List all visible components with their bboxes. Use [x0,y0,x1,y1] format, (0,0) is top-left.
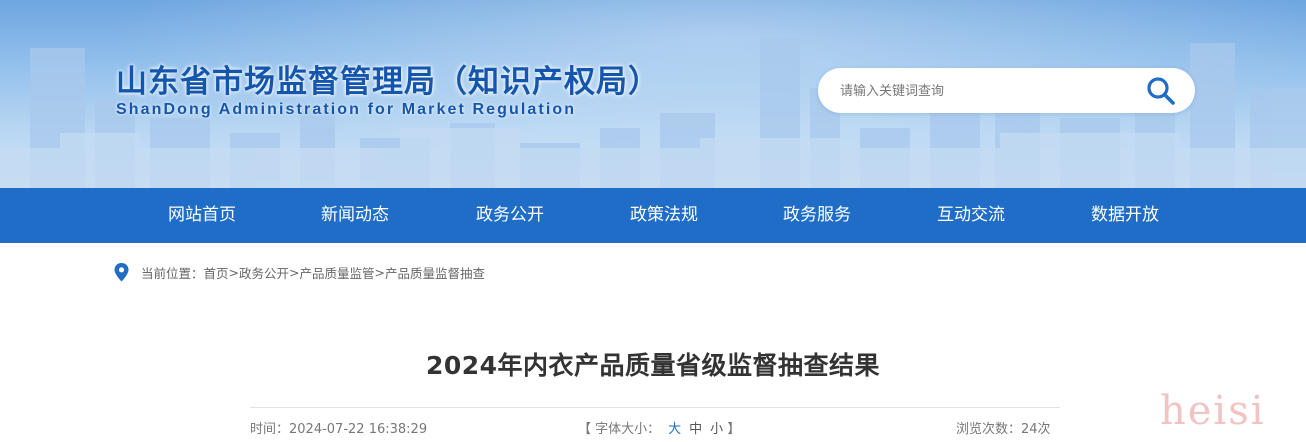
breadcrumb-home-link[interactable]: 首页 [204,263,229,282]
article-title: 2024年内衣产品质量省级监督抽查结果 [425,351,881,380]
breadcrumb-separator: > [374,264,386,280]
breadcrumb-prefix: 当前位置： [141,265,204,281]
nav-item-government-affairs[interactable]: 政务公开 [435,188,585,243]
font-size-label: 【 字体大小： [578,422,661,437]
header-banner: 山东省市场监督管理局（知识产权局） ShanDong Administratio… [0,0,1306,188]
publish-time: 时间：2024-07-22 16:38:29 [250,418,427,437]
breadcrumb-spot-check-link[interactable]: 产品质量监督抽查 [385,263,485,282]
font-size-selector: 【 字体大小： 大中小 】 [578,418,740,437]
nav-item-interaction[interactable]: 互动交流 [896,188,1046,243]
search-input[interactable] [838,78,1132,104]
breadcrumb-separator: > [289,264,300,280]
title-divider [250,407,1060,408]
location-pin-icon [114,262,129,281]
publish-time-value: 2024-07-22 16:38:29 [289,422,428,437]
search-icon[interactable] [1145,75,1177,107]
font-size-close-bracket: 】 [727,422,741,437]
font-size-small-button[interactable]: 小 [710,422,723,437]
breadcrumb-government-affairs-link[interactable]: 政务公开 [239,263,289,282]
main-nav: 网站首页 新闻动态 政务公开 政策法规 政务服务 互动交流 数据开放 [0,188,1306,243]
font-size-medium-button[interactable]: 中 [689,422,702,437]
publish-time-label: 时间： [250,422,290,437]
breadcrumb: 当前位置： 首页 > 政务公开 > 产品质量监管 > 产品质量监督抽查 [114,262,485,282]
breadcrumb-separator: > [228,264,240,280]
nav-item-home[interactable]: 网站首页 [127,188,277,243]
watermark: heisi [1160,388,1266,434]
nav-item-open-data[interactable]: 数据开放 [1050,188,1200,243]
view-count-value: 24次 [1021,422,1051,437]
site-subtitle: ShanDong Administration for Market Regul… [116,101,577,118]
font-size-large-button[interactable]: 大 [668,422,681,437]
nav-item-news[interactable]: 新闻动态 [280,188,430,243]
view-count: 浏览次数：24次 [956,418,1051,437]
site-title: 山东省市场监督管理局（知识产权局） [116,64,660,100]
view-count-label: 浏览次数： [956,422,1022,437]
breadcrumb-quality-supervision-link[interactable]: 产品质量监管 [300,263,375,282]
search-box [818,68,1195,113]
nav-item-services[interactable]: 政务服务 [742,188,892,243]
nav-item-policies[interactable]: 政策法规 [589,188,739,243]
